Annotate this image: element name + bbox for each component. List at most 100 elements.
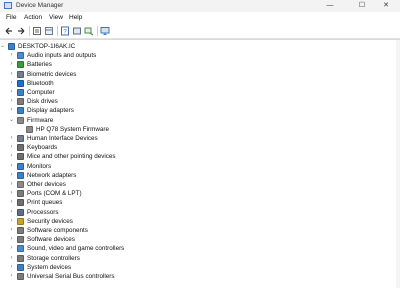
tree-item[interactable]: › Software devices xyxy=(0,235,400,244)
expand-collapse-toggle[interactable]: › xyxy=(8,79,15,88)
expand-collapse-toggle[interactable]: › xyxy=(8,254,15,263)
tree-item-label: Software devices xyxy=(27,236,75,244)
vertical-scrollbar[interactable] xyxy=(396,40,400,288)
expand-collapse-toggle[interactable]: › xyxy=(8,88,15,97)
expand-collapse-toggle[interactable]: › xyxy=(8,198,15,207)
tree-item-label: Display adapters xyxy=(27,107,74,115)
expand-collapse-toggle[interactable]: › xyxy=(8,134,15,143)
tree-item[interactable]: › System devices xyxy=(0,263,400,272)
tree-item-label: Ports (COM & LPT) xyxy=(27,190,82,198)
tree-item[interactable]: › Sound, video and game controllers xyxy=(0,244,400,253)
expand-collapse-toggle[interactable]: › xyxy=(8,208,15,217)
expand-collapse-toggle[interactable]: › xyxy=(8,106,15,115)
expand-collapse-toggle[interactable]: › xyxy=(8,226,15,235)
menu-view[interactable]: View xyxy=(49,13,63,23)
expand-collapse-toggle[interactable]: › xyxy=(8,60,15,69)
biometric-icon xyxy=(17,70,24,78)
expand-collapse-toggle[interactable]: › xyxy=(8,217,15,226)
tree-item-label: Processors xyxy=(27,208,59,216)
tree-root-computer[interactable]: ⌄ DESKTOP-1I6AK.IC xyxy=(0,42,400,51)
tree-item[interactable]: › Batteries xyxy=(0,60,400,69)
minimize-button[interactable]: — xyxy=(316,0,344,12)
expand-collapse-toggle[interactable]: › xyxy=(8,272,15,281)
tree-item-label: Storage controllers xyxy=(27,254,80,262)
tree-item-label: HP Q78 System Firmware xyxy=(36,125,110,133)
expand-collapse-toggle[interactable]: › xyxy=(8,70,15,79)
tree-item[interactable]: › Network adapters xyxy=(0,171,400,180)
tree-item[interactable]: › Processors xyxy=(0,208,400,217)
tree-item[interactable]: › Audio inputs and outputs xyxy=(0,51,400,60)
expand-collapse-toggle[interactable]: ⌄ xyxy=(8,116,15,125)
tree-item[interactable]: › Ports (COM & LPT) xyxy=(0,189,400,198)
tree-item[interactable]: › Monitors xyxy=(0,162,400,171)
tree-item[interactable]: › Bluetooth xyxy=(0,79,400,88)
tree-item-label: Batteries xyxy=(27,61,52,69)
tree-item[interactable]: › Human Interface Devices xyxy=(0,134,400,143)
hid-icon xyxy=(17,135,24,142)
expand-collapse-toggle[interactable]: › xyxy=(8,180,15,189)
menu-bar: File Action View Help xyxy=(0,12,400,24)
menu-file[interactable]: File xyxy=(6,13,16,23)
update-driver-icon[interactable] xyxy=(72,26,82,36)
tree-child-item[interactable]: HP Q78 System Firmware xyxy=(0,125,400,134)
show-hide-icon[interactable] xyxy=(44,26,54,36)
scan-hardware-icon[interactable] xyxy=(84,26,94,36)
expand-collapse-toggle[interactable]: › xyxy=(8,171,15,180)
expand-collapse-toggle[interactable]: › xyxy=(8,189,15,198)
expand-collapse-toggle[interactable]: › xyxy=(8,263,15,272)
bluetooth-icon xyxy=(17,79,24,87)
keyboard-icon xyxy=(17,144,24,152)
audio-icon xyxy=(17,52,24,60)
tree-item[interactable]: › Mice and other pointing devices xyxy=(0,152,400,161)
window-title: Device Manager xyxy=(16,2,64,9)
sound-icon xyxy=(17,245,24,253)
expand-collapse-toggle[interactable]: › xyxy=(8,143,15,152)
tree-item[interactable]: › Disk drives xyxy=(0,97,400,106)
tree-item[interactable]: › Storage controllers xyxy=(0,254,400,263)
mouse-icon xyxy=(17,153,24,161)
tree-item[interactable]: › Biometric devices xyxy=(0,70,400,79)
software-device-icon xyxy=(17,236,24,244)
storage-icon xyxy=(17,254,24,262)
port-icon xyxy=(17,190,24,198)
firmware-chip-icon xyxy=(26,125,33,133)
properties-icon[interactable] xyxy=(32,26,42,36)
tree-item-label: Firmware xyxy=(27,116,54,124)
computer-monitor-icon[interactable] xyxy=(100,26,110,36)
firmware-icon xyxy=(17,116,24,124)
tree-item-label: Biometric devices xyxy=(27,70,77,78)
back-arrow-icon[interactable] xyxy=(4,26,14,36)
processor-icon xyxy=(17,208,24,216)
security-icon xyxy=(17,217,24,225)
tree-item-label: Audio inputs and outputs xyxy=(27,52,97,60)
menu-help[interactable]: Help xyxy=(69,13,82,23)
tree-item-label: Mice and other pointing devices xyxy=(27,153,116,161)
tree-item[interactable]: › Software components xyxy=(0,226,400,235)
forward-arrow-icon[interactable] xyxy=(16,26,26,36)
tree-item[interactable]: › Other devices xyxy=(0,180,400,189)
tree-item[interactable]: › Security devices xyxy=(0,217,400,226)
expand-collapse-toggle[interactable]: › xyxy=(8,97,15,106)
expand-collapse-toggle[interactable]: › xyxy=(8,51,15,60)
tree-item[interactable]: › Universal Serial Bus controllers xyxy=(0,272,400,281)
tree-item-label: Software components xyxy=(27,227,88,234)
expand-collapse-toggle[interactable]: › xyxy=(8,152,15,161)
tree-item-label: Other devices xyxy=(27,181,66,188)
menu-action[interactable]: Action xyxy=(24,13,42,23)
expand-collapse-toggle[interactable]: ⌄ xyxy=(0,42,6,51)
tree-item[interactable]: › Computer xyxy=(0,88,400,97)
expand-collapse-toggle[interactable]: › xyxy=(8,235,15,244)
tree-item[interactable]: ⌄ Firmware xyxy=(0,116,400,125)
tree-item-label: Universal Serial Bus controllers xyxy=(27,273,115,280)
tree-item[interactable]: › Display adapters xyxy=(0,106,400,115)
tree-item[interactable]: › Print queues xyxy=(0,198,400,207)
close-button[interactable]: ✕ xyxy=(372,0,400,12)
title-bar: Device Manager — ☐ ✕ xyxy=(0,0,400,12)
tree-item[interactable]: › Keyboards xyxy=(0,143,400,152)
expand-collapse-toggle[interactable]: › xyxy=(8,162,15,171)
device-manager-app-icon xyxy=(4,2,12,9)
toolbar-separator xyxy=(29,26,30,36)
help-icon[interactable]: ? xyxy=(60,26,70,36)
expand-collapse-toggle[interactable]: › xyxy=(8,244,15,253)
tree-item-label: Monitors xyxy=(27,162,52,170)
